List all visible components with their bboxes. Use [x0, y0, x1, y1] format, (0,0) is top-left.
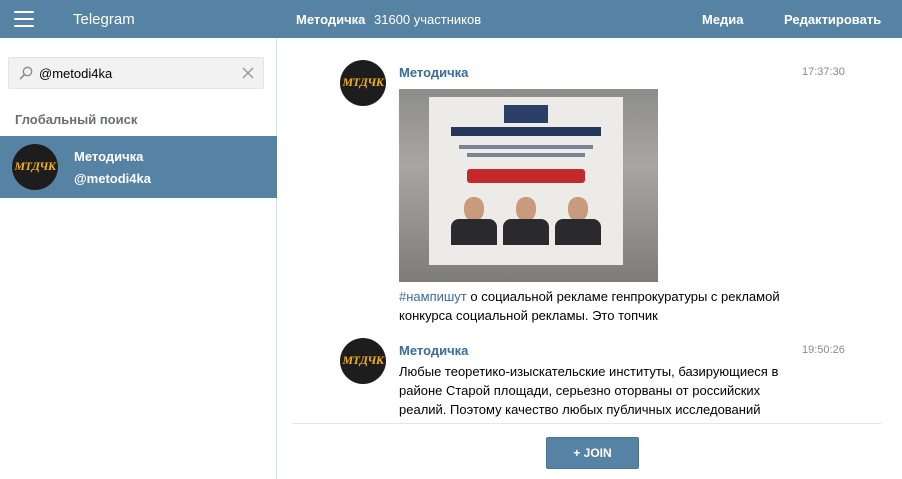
poster-image	[429, 97, 623, 265]
avatar-logo: МТДЧК	[342, 353, 384, 367]
result-name: Методичка	[74, 149, 144, 164]
search-result-item[interactable]: МТДЧК Методичка @metodi4ka	[0, 136, 277, 198]
message-text-line: Любые теоретико-изыскательские институты…	[399, 364, 779, 379]
message-text: #нампишут о социальной рекламе генпрокур…	[399, 287, 869, 325]
chat-members-count[interactable]: 31600 участников	[374, 12, 481, 27]
message-author[interactable]: Методичка	[399, 65, 468, 80]
message-time: 17:37:30	[802, 66, 845, 78]
edit-button[interactable]: Редактировать	[784, 12, 881, 27]
search-box[interactable]	[8, 57, 264, 89]
message-text-line: о социальной рекламе генпрокуратуры с ре…	[466, 289, 780, 304]
hashtag-link[interactable]: #нампишут	[399, 289, 467, 304]
message-photo[interactable]	[399, 89, 658, 282]
global-search-heading: Глобальный поиск	[15, 112, 138, 127]
message-time: 19:50:26	[802, 344, 845, 356]
message-text-line: конкурса социальной рекламы. Это топчик	[399, 308, 658, 323]
avatar: МТДЧК	[12, 144, 58, 190]
app-title: Telegram	[73, 11, 135, 28]
chat-title[interactable]: Методичка	[296, 12, 365, 27]
message-author[interactable]: Методичка	[399, 343, 468, 358]
divider	[292, 423, 882, 424]
chat-panel: МТДЧК Методичка 17:37:30 #нампишут о соц…	[278, 38, 902, 479]
top-bar: Telegram Методичка 31600 участников Меди…	[0, 0, 902, 38]
search-input[interactable]	[39, 64, 239, 82]
avatar-logo: МТДЧК	[342, 75, 384, 89]
media-button[interactable]: Медиа	[702, 12, 744, 27]
message-text-line: реалий. Поэтому качество любых публичных…	[399, 402, 761, 417]
sidebar: Глобальный поиск МТДЧК Методичка @metodi…	[0, 38, 277, 479]
message-text: Любые теоретико-изыскательские институты…	[399, 362, 819, 419]
avatar[interactable]: МТДЧК	[340, 338, 386, 384]
join-button[interactable]: + JOIN	[546, 437, 639, 469]
menu-icon[interactable]	[14, 11, 34, 27]
search-icon	[19, 66, 33, 80]
result-handle: @metodi4ka	[74, 171, 151, 186]
avatar-logo: МТДЧК	[14, 159, 56, 173]
message-text-line: районе Старой площади, серьезно оторваны…	[399, 383, 761, 398]
close-icon[interactable]	[241, 66, 255, 80]
avatar[interactable]: МТДЧК	[340, 60, 386, 106]
